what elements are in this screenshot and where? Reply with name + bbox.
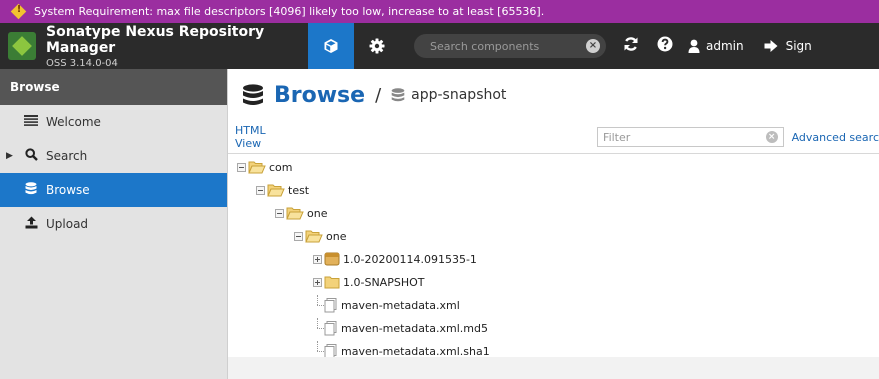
sidebar-item-browse[interactable]: Browse (0, 173, 227, 207)
expand-caret-icon[interactable]: ▶ (6, 151, 13, 161)
sidebar-item-welcome[interactable]: Welcome (0, 105, 227, 139)
refresh-button[interactable] (614, 36, 648, 56)
gear-icon (369, 38, 385, 54)
admin-mode-button[interactable] (354, 23, 400, 69)
nexus-logo (8, 32, 36, 60)
tree-node-label: one (326, 229, 347, 243)
search-input[interactable] (430, 39, 586, 53)
refresh-icon (624, 37, 638, 51)
app-title: Sonatype Nexus Repository Manager (46, 23, 265, 56)
folder-open-icon (305, 230, 323, 243)
app-version: OSS 3.14.0-04 (46, 57, 118, 69)
system-warning-banner: System Requirement: max file descriptors… (0, 0, 879, 23)
user-icon (688, 39, 700, 53)
tree-node-component[interactable]: 1.0-20200114.091535-1 (313, 249, 477, 269)
sidebar-item-label: Welcome (46, 115, 101, 129)
tree-node-file[interactable]: maven-metadata.xml (313, 295, 460, 315)
tree-node-label: com (269, 160, 293, 174)
warning-text: System Requirement: max file descriptors… (34, 5, 545, 18)
asset-tree: com test one one 1.0-20200114.091535-1 1… (228, 153, 879, 379)
filter-input[interactable] (603, 130, 766, 144)
component-icon (324, 252, 340, 266)
clear-filter-icon[interactable]: × (765, 131, 778, 143)
breadcrumb-separator: / (375, 84, 382, 106)
tree-connector (313, 295, 324, 315)
tree-node-com[interactable]: com (237, 157, 293, 177)
brand: Sonatype Nexus Repository Manager OSS 3.… (46, 24, 308, 69)
html-view-link[interactable]: HTML View (235, 124, 294, 150)
database-icon (243, 84, 263, 105)
tree-node-label: maven-metadata.xml (341, 298, 460, 312)
search-icon (24, 148, 38, 164)
expand-toggle-icon[interactable] (313, 277, 322, 287)
help-icon (657, 36, 673, 52)
main-panel: Browse / app-snapshot HTML View × Advanc… (228, 69, 879, 379)
breadcrumb: Browse / app-snapshot (228, 69, 879, 121)
component-search[interactable]: × (414, 34, 606, 58)
clear-search-icon[interactable]: × (586, 39, 600, 53)
file-icon (324, 320, 337, 335)
tree-node-label: test (288, 183, 310, 197)
tree-node-snapshot[interactable]: 1.0-SNAPSHOT (313, 272, 424, 292)
sidebar-item-label: Search (46, 149, 88, 163)
list-icon (24, 114, 38, 130)
folder-open-icon (248, 161, 266, 174)
tree-node-label: 1.0-SNAPSHOT (343, 275, 425, 289)
tree-node-label: maven-metadata.xml.sha1 (341, 344, 490, 358)
cube-icon (324, 39, 338, 53)
collapse-toggle-icon[interactable] (275, 208, 284, 218)
filter-box[interactable]: × (597, 127, 784, 147)
file-icon (324, 297, 337, 312)
folder-icon (324, 276, 340, 289)
help-button[interactable] (648, 36, 682, 56)
sign-out-icon (764, 40, 778, 52)
folder-open-icon (267, 184, 285, 197)
sidebar: Browse Welcome ▶ Search Browse Upload (0, 69, 228, 379)
advanced-search-link[interactable]: Advanced searc (792, 131, 879, 144)
tree-connector (313, 318, 324, 338)
page-title[interactable]: Browse (274, 83, 365, 108)
collapse-toggle-icon[interactable] (294, 231, 303, 241)
tree-node-file[interactable]: maven-metadata.xml.md5 (313, 318, 488, 338)
collapse-toggle-icon[interactable] (256, 185, 265, 195)
sidebar-heading: Browse (0, 69, 227, 105)
footer-strip (228, 357, 879, 379)
username: admin (706, 39, 744, 53)
expand-toggle-icon[interactable] (313, 254, 322, 264)
upload-icon (24, 216, 38, 232)
sidebar-item-label: Browse (46, 183, 90, 197)
user-menu[interactable]: admin (688, 39, 744, 53)
repository-name: app-snapshot (411, 87, 507, 103)
database-icon (24, 182, 38, 198)
signout-label: Sign (785, 39, 812, 53)
folder-open-icon (286, 207, 304, 220)
browse-mode-button[interactable] (308, 23, 354, 69)
browse-toolbar: HTML View × Advanced searc (228, 121, 879, 153)
collapse-toggle-icon[interactable] (237, 162, 246, 172)
sidebar-item-search[interactable]: ▶ Search (0, 139, 227, 173)
tree-node-one[interactable]: one (275, 203, 327, 223)
top-header: Sonatype Nexus Repository Manager OSS 3.… (0, 23, 879, 69)
tree-node-label: maven-metadata.xml.md5 (341, 321, 488, 335)
sidebar-item-upload[interactable]: Upload (0, 207, 227, 241)
repository-icon (391, 88, 405, 102)
sidebar-item-label: Upload (46, 217, 89, 231)
tree-node-label: one (307, 206, 328, 220)
warning-icon (12, 4, 26, 19)
signout-button[interactable]: Sign (764, 39, 812, 53)
tree-node-test[interactable]: test (256, 180, 309, 200)
tree-node-label: 1.0-20200114.091535-1 (343, 252, 477, 266)
tree-node-one-nested[interactable]: one (294, 226, 346, 246)
